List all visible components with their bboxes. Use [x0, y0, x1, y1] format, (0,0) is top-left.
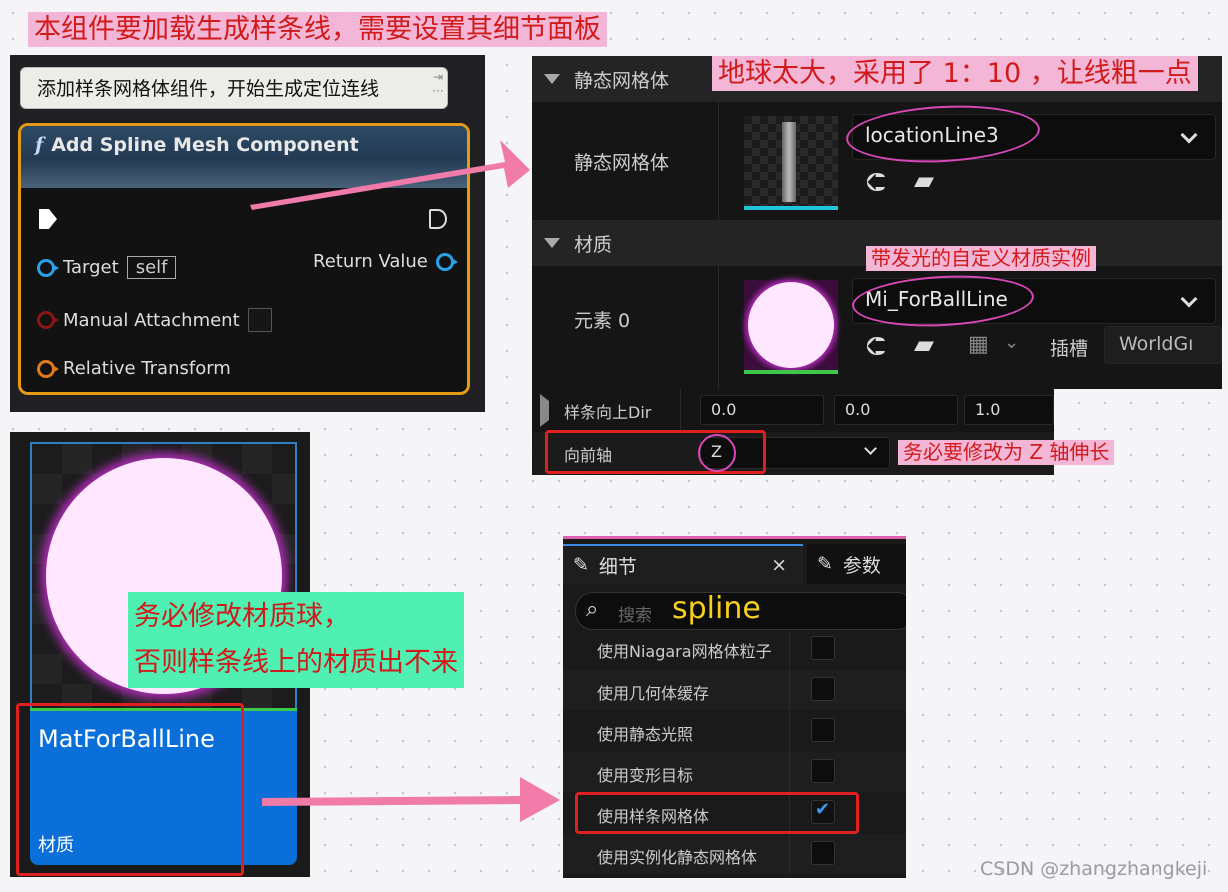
detail-checkbox[interactable] [811, 841, 835, 865]
note-top-right: 地球太大，采用了 1：10 ，让线粗一点 [712, 56, 1198, 92]
expand-icon[interactable] [540, 394, 549, 427]
detail-row-label: 使用实例化静态网格体 [597, 848, 758, 867]
add-spline-mesh-node[interactable]: f Add Spline Mesh Component Target self R… [18, 123, 470, 395]
detail-row-label: 使用几何体缓存 [597, 684, 710, 703]
spline-mesh-highlight [575, 792, 859, 834]
mesh-thumbnail[interactable] [744, 116, 838, 210]
collapse-icon[interactable] [544, 238, 560, 248]
slot-field[interactable]: WorldGı [1104, 326, 1222, 364]
note-material-ball: 务必修改材质球， 否则样条线上的材质出不来 [128, 592, 464, 688]
bool-pin-icon[interactable] [37, 311, 59, 329]
pin-manual-attachment[interactable]: Manual Attachment [37, 308, 272, 332]
object-pin-icon[interactable] [435, 252, 458, 271]
object-pin-icon[interactable] [37, 258, 59, 277]
material-highlight-box [16, 703, 244, 876]
close-icon[interactable]: × [771, 554, 787, 576]
tab-params-label: 参数 [842, 554, 881, 577]
material-thumbnail[interactable] [744, 280, 838, 374]
pin-return-value[interactable]: Return Value [313, 251, 458, 272]
up-dir-z-field[interactable]: 1.0 [964, 395, 1054, 425]
chevron-down-icon [1180, 290, 1198, 308]
slot-label: 插槽 [1050, 338, 1089, 360]
chevron-down-icon [864, 442, 877, 455]
search-placeholder: 搜索 [618, 606, 652, 626]
detail-checkbox[interactable] [811, 718, 835, 742]
detail-row-static-lighting[interactable]: 使用静态光照 [563, 711, 906, 751]
section-static-mesh-label: 静态网格体 [574, 69, 670, 92]
comment-pin-icon[interactable]: ⇥ ··· [427, 70, 449, 98]
note-top-left: 本组件要加载生成样条线，需要设置其细节面板 [28, 12, 607, 48]
exec-out-pin[interactable] [429, 209, 447, 229]
function-icon: f [35, 134, 44, 156]
element-row-label: 元素 0 [574, 310, 631, 332]
note-material-instance: 带发光的自定义材质实例 [866, 246, 1096, 271]
edit-icon: ✎ [817, 553, 833, 575]
detail-row-morph-target[interactable]: 使用变形目标 [563, 752, 906, 792]
static-mesh-details-panel: 静态网格体 静态网格体 locationLine3 ⮈ ▰ 材质 元素 0 Mi… [532, 56, 1222, 389]
edit-icon: ✎ [573, 554, 589, 576]
detail-row-geometry-cache[interactable]: 使用几何体缓存 [563, 670, 906, 710]
tab-details-label: 细节 [598, 555, 637, 578]
detail-row-label: 使用变形目标 [597, 766, 694, 785]
detail-checkbox[interactable] [811, 636, 835, 660]
tab-details[interactable]: ✎ 细节 × [563, 544, 803, 584]
pin-manual-label: Manual Attachment [63, 309, 240, 331]
detail-row-instanced-static-mesh[interactable]: 使用实例化静态网格体 [563, 834, 906, 874]
note-material-ball-line1: 务必修改材质球， [134, 601, 350, 632]
blueprint-graph: 添加样条网格体组件，开始生成定位连线 ⇥ ··· f Add Spline Mesh… [10, 55, 485, 412]
tab-params[interactable]: ✎ 参数 [807, 544, 906, 584]
browse-folder-icon[interactable]: ▰ [914, 166, 934, 196]
slot-value: WorldGı [1119, 333, 1194, 355]
search-box[interactable]: ⌕ 搜索 spline [575, 591, 906, 630]
blueprint-comment-text: 添加样条网格体组件，开始生成定位连线 [37, 78, 380, 100]
node-header: f Add Spline Mesh Component [21, 126, 467, 188]
browse-folder-icon[interactable]: ▰ [914, 330, 934, 360]
watermark: CSDN @zhangzhangkeji [980, 858, 1208, 880]
transform-pin-icon[interactable] [37, 359, 59, 378]
chevron-down-icon [1180, 126, 1198, 144]
detail-row-niagara[interactable]: 使用Niagara网格体粒子 [563, 632, 906, 672]
pin-relative-label: Relative Transform [63, 358, 231, 379]
chevron-down-icon[interactable]: ⌄ [1004, 332, 1019, 353]
use-selected-icon[interactable]: ⮈ [866, 168, 886, 199]
pin-relative-transform[interactable]: Relative Transform [37, 358, 231, 379]
search-input[interactable]: spline [672, 591, 761, 626]
collapse-icon[interactable] [544, 74, 560, 84]
checker-icon[interactable]: ▦ [968, 332, 989, 357]
static-mesh-row-label: 静态网格体 [574, 152, 670, 174]
detail-checkbox[interactable] [811, 677, 835, 701]
manual-attachment-checkbox[interactable] [247, 308, 272, 332]
node-title: Add Spline Mesh Component [51, 134, 359, 156]
detail-row-label: 使用Niagara网格体粒子 [597, 642, 772, 661]
note-forward-axis: 务必要修改为 Z 轴伸长 [898, 440, 1115, 465]
pin-target[interactable]: Target self [37, 256, 177, 279]
section-material-label: 材质 [574, 233, 613, 256]
spline-up-dir-label: 样条向上Dir [564, 403, 652, 422]
detail-row-label: 使用静态光照 [597, 725, 694, 744]
search-icon: ⌕ [586, 597, 599, 622]
use-selected-icon[interactable]: ⮈ [866, 332, 886, 363]
pin-target-label: Target [63, 257, 119, 278]
pin-return-label: Return Value [313, 251, 428, 272]
pin-target-value[interactable]: self [126, 256, 177, 279]
exec-in-pin[interactable] [39, 209, 57, 229]
z-highlight-ellipse [698, 434, 736, 472]
up-dir-y-field[interactable]: 0.0 [834, 395, 958, 425]
blueprint-comment[interactable]: 添加样条网格体组件，开始生成定位连线 ⇥ ··· [20, 67, 448, 109]
note-material-ball-line2: 否则样条线上的材质出不来 [134, 646, 458, 678]
up-dir-x-field[interactable]: 0.0 [700, 395, 824, 425]
detail-checkbox[interactable] [811, 759, 835, 783]
